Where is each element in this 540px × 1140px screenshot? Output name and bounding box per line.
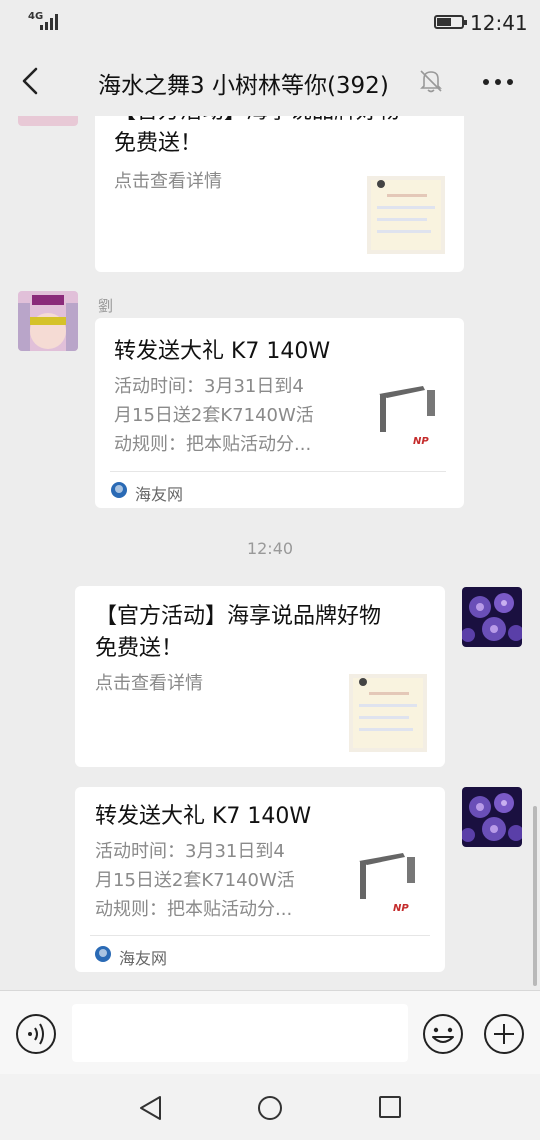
source-logo-icon (95, 946, 111, 962)
avatar[interactable] (18, 291, 78, 351)
message-card[interactable]: 转发送大礼 K7 140W 活动时间：3月31日到4 月15日送2套K7140W… (95, 318, 464, 508)
card-description: 月15日送2套K7140W活 (95, 870, 295, 891)
card-divider (110, 471, 446, 472)
source-logo-icon (111, 482, 127, 498)
card-description: 点击查看详情 (114, 171, 222, 192)
card-description: 点击查看详情 (95, 673, 203, 694)
status-bar: 4G 12:41 (0, 0, 540, 46)
chat-header: 海水之舞3 小树林等你(392) (0, 46, 540, 116)
message-input[interactable] (72, 1004, 408, 1062)
voice-icon[interactable] (15, 1013, 57, 1055)
card-description: 动规则：把本贴活动分... (95, 899, 293, 920)
message-card[interactable]: 【官方活动】海享说品牌好物 免费送！ 点击查看详情 (95, 116, 464, 272)
card-thumbnail: NP (367, 378, 445, 456)
card-title: 免费送！ (114, 131, 203, 156)
nav-back-icon[interactable] (138, 1094, 164, 1122)
card-title: 【官方活动】海享说品牌好物 (114, 116, 400, 128)
card-thumbnail (367, 176, 445, 254)
scrollbar[interactable] (533, 806, 537, 986)
card-title: 转发送大礼 K7 140W (95, 804, 312, 829)
avatar[interactable] (18, 116, 78, 126)
nav-recent-apps-icon[interactable] (378, 1095, 402, 1119)
svg-text:NP: NP (413, 436, 429, 447)
card-description: 活动时间：3月31日到4 (114, 376, 304, 397)
source-name: 海友网 (119, 949, 168, 968)
card-description: 月15日送2套K7140W活 (114, 405, 314, 426)
card-thumbnail: NP (347, 845, 425, 923)
system-navigation-bar (0, 1074, 540, 1140)
battery-icon (434, 15, 467, 29)
status-time: 12:41 (470, 11, 528, 35)
card-title: 免费送！ (95, 636, 184, 661)
card-divider (90, 935, 430, 936)
card-title: 转发送大礼 K7 140W (114, 339, 331, 364)
sender-name: 劉 (98, 297, 114, 315)
card-title: 【官方活动】海享说品牌好物 (95, 604, 382, 629)
message-card[interactable]: 【官方活动】海享说品牌好物 免费送！ 点击查看详情 (75, 586, 445, 767)
message-card[interactable]: 转发送大礼 K7 140W 活动时间：3月31日到4 月15日送2套K7140W… (75, 787, 445, 972)
card-description: 动规则：把本贴活动分... (114, 434, 312, 455)
avatar[interactable] (462, 787, 522, 847)
timestamp: 12:40 (246, 539, 294, 558)
more-icon[interactable] (480, 70, 516, 94)
chevron-left-icon[interactable] (14, 64, 48, 98)
emoji-icon[interactable] (422, 1013, 464, 1055)
avatar[interactable] (462, 587, 522, 647)
chat-title: 海水之舞3 小树林等你(392) (98, 73, 389, 99)
card-thumbnail (349, 674, 427, 752)
plus-icon[interactable] (483, 1013, 525, 1055)
card-description: 活动时间：3月31日到4 (95, 841, 285, 862)
input-bar (0, 990, 540, 1074)
source-name: 海友网 (135, 485, 184, 504)
nav-home-icon[interactable] (257, 1095, 283, 1121)
svg-text:NP: NP (393, 903, 409, 914)
signal-icon (40, 14, 58, 30)
chat-area[interactable]: 【官方活动】海享说品牌好物 免费送！ 点击查看详情 劉 转发送大礼 K7 140… (0, 116, 540, 990)
bell-off-icon (420, 70, 442, 93)
